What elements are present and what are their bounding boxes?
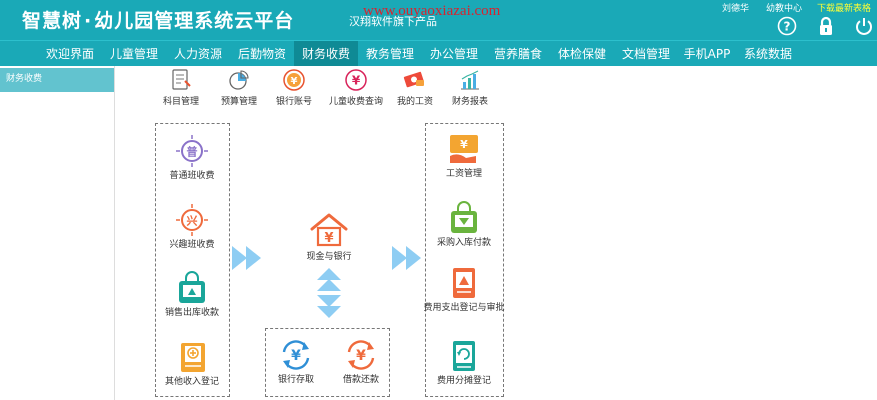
expense-doc-icon [453, 268, 475, 298]
sidebar: 财务收费 [0, 66, 115, 400]
nav-item-welcome[interactable]: 欢迎界面 [38, 41, 102, 67]
house-yuan-icon: ¥ [310, 213, 348, 247]
flow-arrow-right [232, 246, 264, 274]
flow-regular-class-fee[interactable]: 普 普通班收费 [147, 134, 237, 182]
purchase-bag-icon [451, 201, 477, 233]
tool-bank-account[interactable]: ¥ 银行账号 [259, 68, 329, 107]
nav-item-finance[interactable]: 财务收费 [294, 41, 358, 67]
tool-label: 财务报表 [451, 97, 488, 107]
flow-label: 工资管理 [445, 169, 482, 179]
svg-text:?: ? [784, 20, 791, 34]
sidebar-item-finance[interactable]: 财务收费 [0, 68, 114, 92]
flow-label: 借款还款 [342, 375, 379, 385]
flow-label: 现金与银行 [306, 252, 352, 262]
svg-text:¥: ¥ [324, 231, 333, 246]
pu-badge-icon: 普 [176, 135, 208, 167]
shopping-bag-icon [179, 271, 205, 303]
nav-item-health[interactable]: 体检保健 [550, 41, 614, 67]
pie-chart-icon [229, 70, 249, 90]
download-link[interactable]: 下载最新表格 [817, 1, 871, 14]
help-icon[interactable]: ? [777, 16, 797, 36]
app-header: 智慧树 · 幼儿园管理系统云平台 汉翔软件旗下产品 www.ouyaoxiazai.… [0, 0, 877, 40]
flow-loan-repayment[interactable]: ¥ 借款还款 [316, 338, 406, 386]
flow-cash-and-bank[interactable]: ¥ 现金与银行 [284, 211, 374, 263]
svg-text:普: 普 [187, 145, 198, 159]
flow-expense-allocation-register[interactable]: 费用分摊登记 [419, 339, 509, 387]
main-content: 科目管理 预算管理 ¥ 银行账号 ¥ 儿童收费查询 我的工资 财务报表 普 普通… [116, 66, 877, 400]
flow-label: 兴趣班收费 [169, 240, 215, 250]
yuan-badge-icon: 兴 [176, 204, 208, 236]
svg-text:¥: ¥ [356, 348, 366, 364]
nav-item-children[interactable]: 儿童管理 [102, 41, 166, 67]
flow-label: 费用分摊登记 [436, 376, 491, 386]
flow-label: 其他收入登记 [164, 377, 219, 387]
svg-text:¥: ¥ [291, 348, 301, 364]
nav-item-logistics[interactable]: 后勤物资 [230, 41, 294, 67]
yuan-coin-icon: ¥ [345, 69, 367, 91]
document-list-icon [172, 69, 191, 90]
yuan-coin-icon: ¥ [283, 69, 305, 91]
salary-icon: ¥ [450, 135, 478, 163]
flow-label: 采购入库付款 [436, 238, 491, 248]
power-icon[interactable] [854, 16, 874, 36]
nav-item-system-data[interactable]: 系统数据 [736, 41, 800, 67]
header-links: 刘德华 幼教中心 下载最新表格 [722, 0, 877, 14]
nav-item-mobile-app[interactable]: 手机APP [678, 41, 736, 67]
flow-label: 销售出库收款 [164, 308, 219, 318]
svg-text:¥: ¥ [460, 138, 468, 151]
yuan-cycle-icon: ¥ [347, 340, 375, 370]
flow-label: 费用支出登记与审批 [423, 303, 505, 313]
yuan-cycle-icon: ¥ [282, 340, 310, 370]
svg-text:¥: ¥ [352, 74, 361, 88]
allocation-doc-icon [453, 341, 475, 371]
user-name[interactable]: 刘德华 [722, 1, 749, 14]
lock-icon[interactable] [816, 16, 836, 36]
flow-other-income-register[interactable]: 其他收入登记 [147, 340, 237, 388]
flow-salary-management[interactable]: ¥ 工资管理 [419, 132, 509, 180]
svg-text:兴: 兴 [187, 214, 198, 228]
nav-item-academic[interactable]: 教务管理 [358, 41, 422, 67]
flow-purchase-inbound-payment[interactable]: 采购入库付款 [419, 201, 509, 249]
flow-interest-class-fee[interactable]: 兴 兴趣班收费 [147, 203, 237, 251]
main-nav: 欢迎界面 儿童管理 人力资源 后勤物资 财务收费 教务管理 办公管理 营养膳食 … [0, 40, 877, 67]
svg-text:¥: ¥ [291, 76, 298, 87]
header-icon-bar: ? [0, 16, 877, 38]
nav-item-office[interactable]: 办公管理 [422, 41, 486, 67]
nav-item-documents[interactable]: 文档管理 [614, 41, 678, 67]
tool-label: 银行账号 [275, 97, 312, 107]
register-form-icon [181, 343, 205, 372]
flow-expense-register-approval[interactable]: 费用支出登记与审批 [419, 266, 509, 314]
role-label[interactable]: 幼教中心 [766, 1, 802, 14]
flow-sales-outbound-receipt[interactable]: 销售出库收款 [147, 271, 237, 319]
nav-item-hr[interactable]: 人力资源 [166, 41, 230, 67]
nav-item-nutrition[interactable]: 营养膳食 [486, 41, 550, 67]
bar-chart-icon [461, 70, 479, 90]
flow-arrow-vertical [317, 268, 341, 322]
money-bill-icon [403, 71, 424, 88]
tool-financial-reports[interactable]: 财务报表 [435, 68, 505, 107]
flow-label: 普通班收费 [169, 171, 215, 181]
